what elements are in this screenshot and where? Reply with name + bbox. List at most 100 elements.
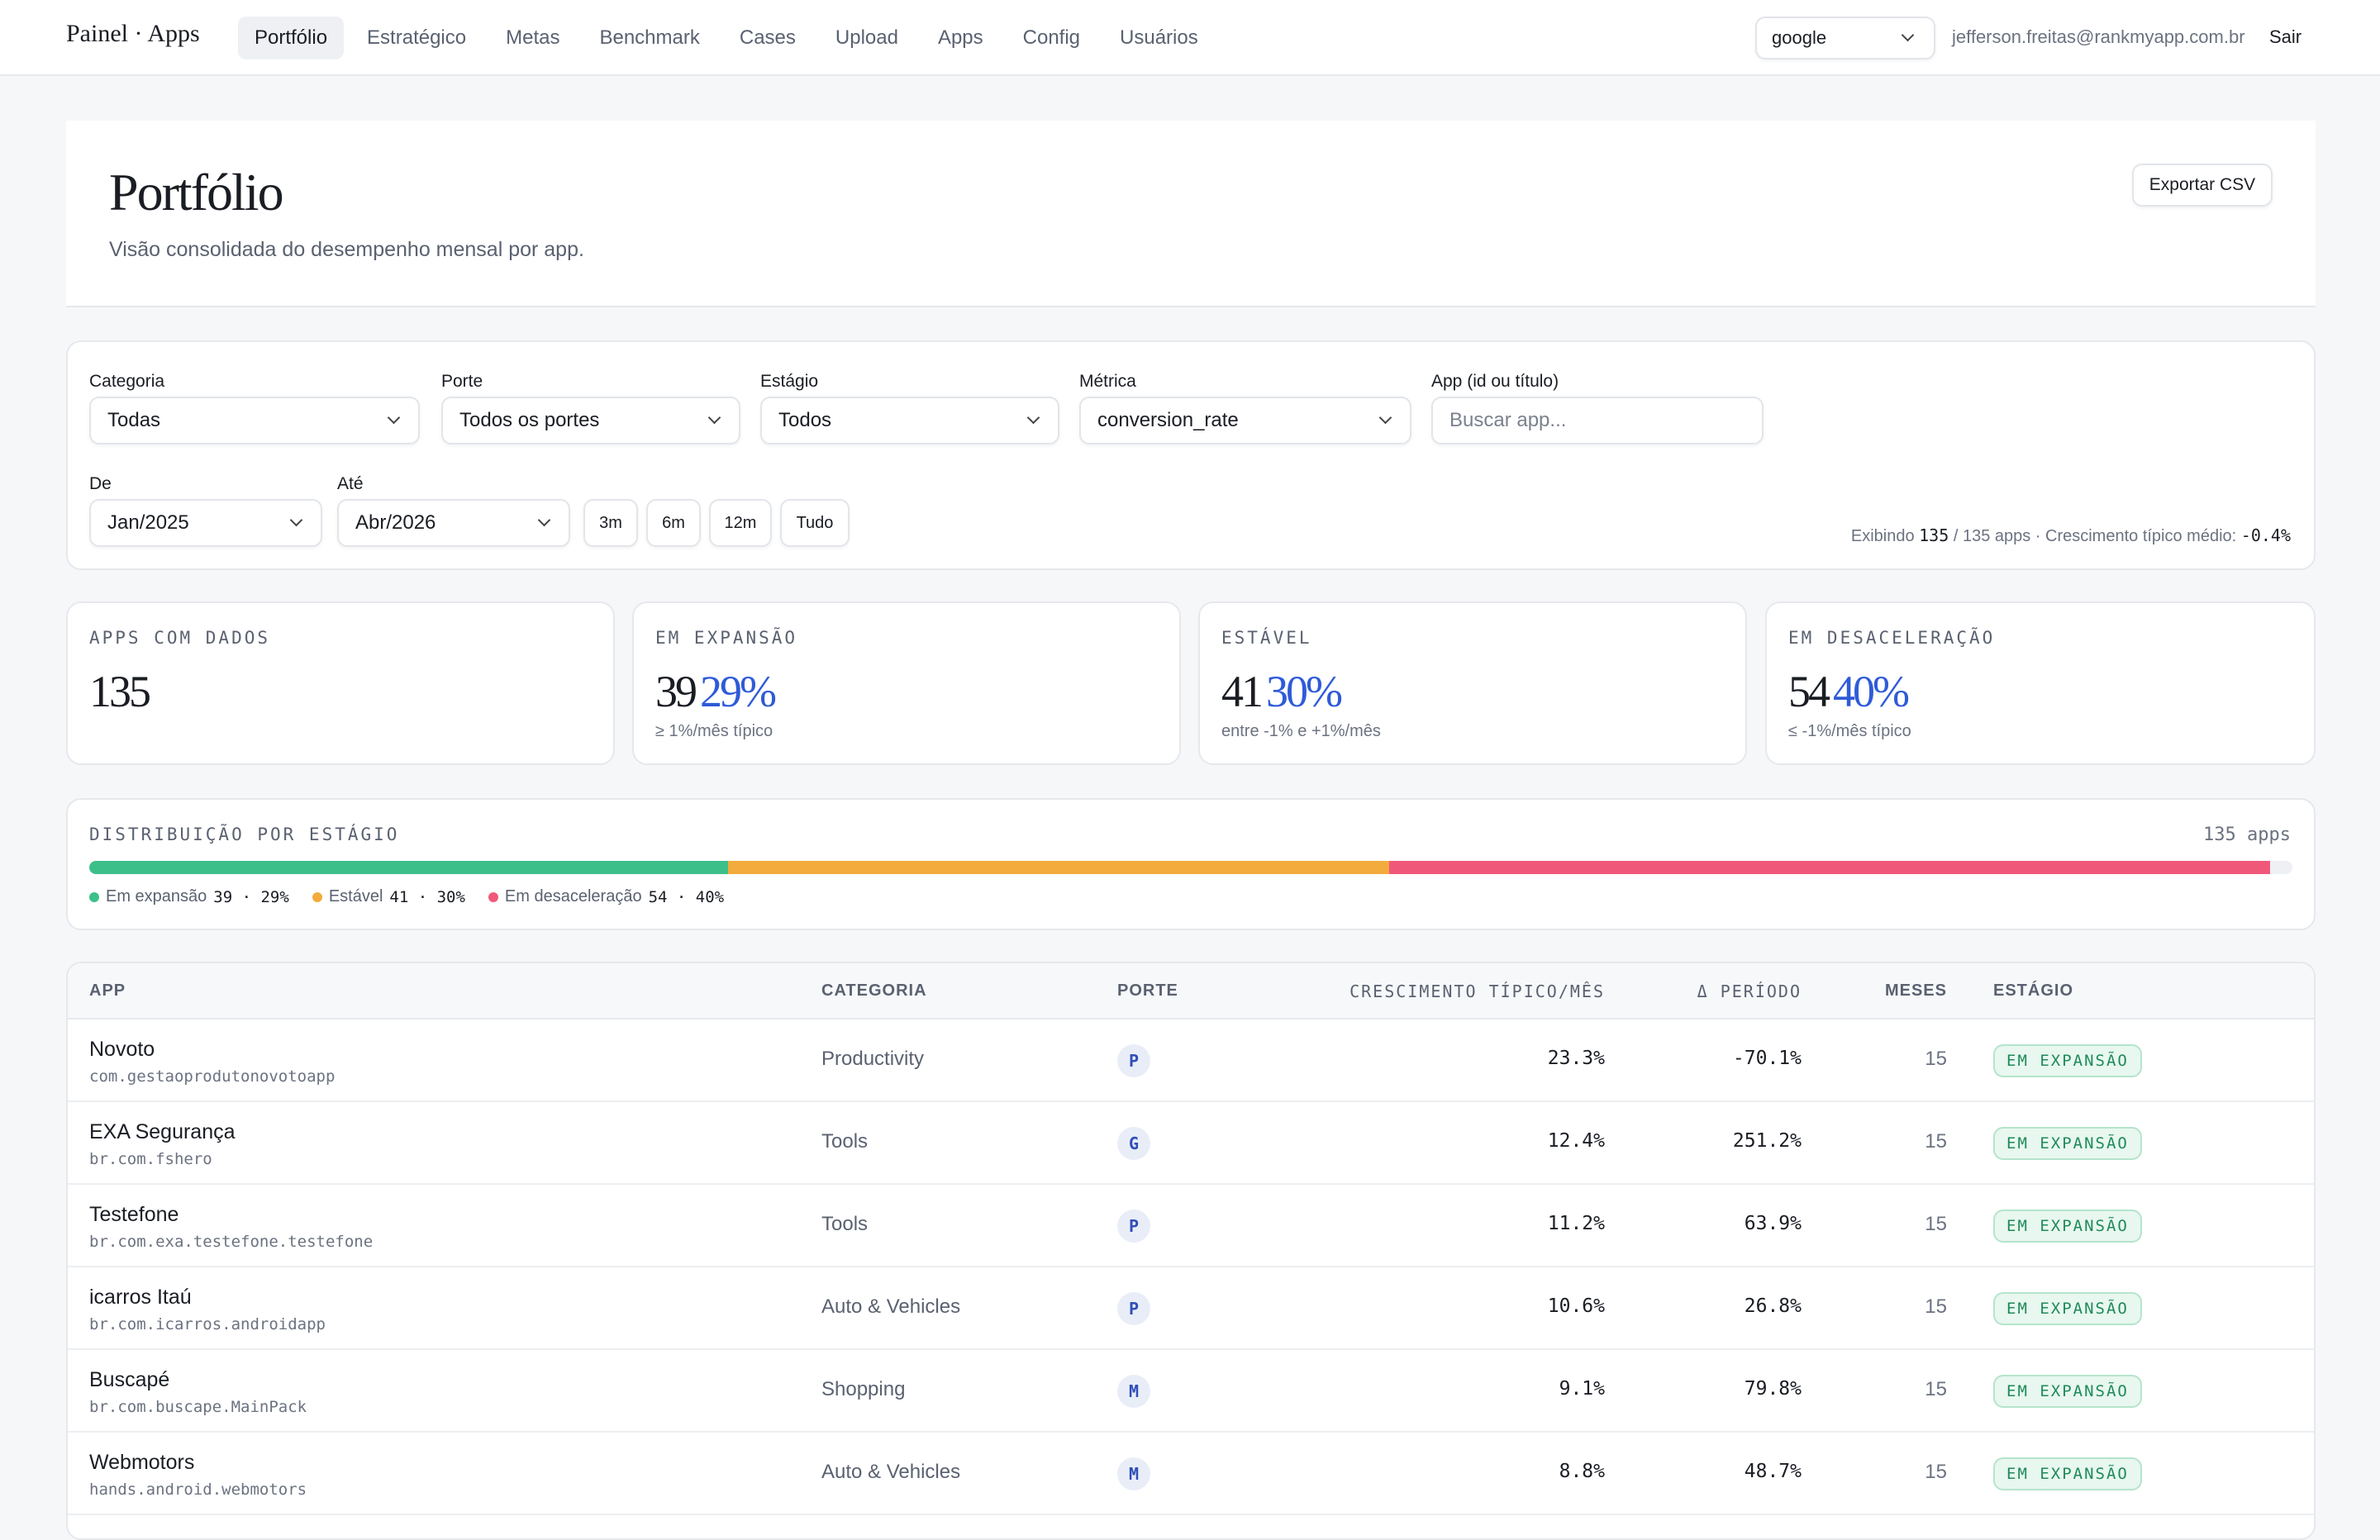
top-navigation-bar: Painel · Apps Portfólio Estratégico Meta…: [0, 0, 2380, 76]
table-row[interactable]: Testefone br.com.exa.testefone.testefone…: [68, 1185, 2314, 1267]
range-3m-button[interactable]: 3m: [583, 499, 638, 547]
months-count: 15: [1925, 1048, 1947, 1070]
store-select-value: google: [1772, 27, 1827, 48]
orange-dot-icon: [312, 891, 322, 902]
nav-link-cases[interactable]: Cases: [723, 17, 812, 59]
store-select[interactable]: google: [1755, 17, 1935, 59]
chevron-down-icon: [1026, 411, 1040, 425]
filters-panel: Categoria Todas Porte Todos os portes Es…: [66, 340, 2316, 570]
stage-badge: EM EXPANSÃO: [1993, 1457, 2142, 1490]
stage-badge: EM EXPANSÃO: [1993, 1044, 2142, 1077]
nav-link-metas[interactable]: Metas: [489, 17, 576, 59]
nav-link-estrategico[interactable]: Estratégico: [350, 17, 483, 59]
range-all-button[interactable]: Tudo: [780, 499, 850, 547]
red-dot-icon: [488, 891, 498, 902]
nav-link-usuarios[interactable]: Usuários: [1103, 17, 1215, 59]
porte-select[interactable]: Todos os portes: [441, 397, 740, 444]
months-count: 15: [1925, 1295, 1947, 1318]
period-delta: 63.9%: [1744, 1213, 1802, 1234]
period-delta: 251.2%: [1732, 1130, 1802, 1152]
stat-card-apps-com-dados: APPS COM DADOS 135: [66, 601, 615, 765]
typical-growth: 23.3%: [1547, 1048, 1605, 1069]
porte-badge: P: [1117, 1210, 1150, 1243]
nav-links: Portfólio Estratégico Metas Benchmark Ca…: [238, 17, 1215, 59]
distribution-segment-desaceleracao: [1388, 861, 2271, 874]
metrica-select[interactable]: conversion_rate: [1079, 397, 1411, 444]
months-count: 15: [1925, 1130, 1947, 1153]
nav-link-config[interactable]: Config: [1007, 17, 1097, 59]
stat-card-em-desaceleracao: EM DESACELERAÇÃO 54 40% ≤ -1%/mês típico: [1765, 601, 2316, 765]
porte-select-value: Todos os portes: [459, 409, 600, 431]
column-header-delta[interactable]: Δ PERÍODO: [1697, 982, 1802, 1001]
page-header: Portfólio Visão consolidada do desempenh…: [66, 121, 2316, 307]
stat-count: 41: [1221, 667, 1264, 716]
brand-logo[interactable]: Painel · Apps: [66, 20, 200, 48]
app-name: Buscapé: [89, 1368, 170, 1391]
de-select[interactable]: Jan/2025: [89, 499, 322, 547]
column-header-categoria[interactable]: CATEGORIA: [821, 982, 927, 1001]
table-row[interactable]: Novoto com.gestaoprodutonovotoapp Produc…: [68, 1020, 2314, 1102]
distribution-segment-expansao: [89, 861, 729, 874]
stat-label: ESTÁVEL: [1221, 628, 1312, 648]
ate-label: Até: [337, 474, 364, 493]
stat-label: APPS COM DADOS: [89, 628, 271, 648]
distribution-legend: Em expansão 39 · 29% Estável 41 · 30% Em…: [89, 887, 724, 906]
nav-link-upload[interactable]: Upload: [819, 17, 915, 59]
distribution-total: 135 apps: [2203, 825, 2291, 845]
stat-percent: 30%: [1266, 667, 1343, 716]
table-row[interactable]: Webmotors hands.android.webmotors Auto &…: [68, 1433, 2314, 1515]
porte-badge: G: [1117, 1127, 1150, 1160]
export-csv-button[interactable]: Exportar CSV: [2132, 164, 2273, 207]
table-row[interactable]: icarros Itaú br.com.icarros.androidapp A…: [68, 1267, 2314, 1350]
column-header-estagio[interactable]: ESTÁGIO: [1993, 982, 2073, 1001]
page-title: Portfólio: [109, 163, 284, 221]
ate-select-value: Abr/2026: [355, 511, 436, 534]
app-name: Webmotors: [89, 1451, 195, 1474]
chevron-down-icon: [1378, 411, 1392, 425]
legend-item-expansao: Em expansão 39 · 29%: [89, 887, 289, 906]
categoria-select-value: Todas: [107, 409, 161, 431]
range-6m-button[interactable]: 6m: [646, 499, 701, 547]
stage-badge: EM EXPANSÃO: [1993, 1210, 2142, 1243]
app-category: Shopping: [821, 1378, 906, 1400]
estagio-select[interactable]: Todos: [760, 397, 1059, 444]
summary-shown-count: 135: [1919, 525, 1949, 545]
stage-badge: EM EXPANSÃO: [1993, 1375, 2142, 1408]
stat-percent: 29%: [700, 667, 777, 716]
app-search-input[interactable]: [1431, 397, 1764, 444]
apps-table: APP CATEGORIA PORTE CRESCIMENTO TÍPICO/M…: [66, 962, 2316, 1540]
table-row[interactable]: EXA Segurança br.com.fshero Tools G 12.4…: [68, 1102, 2314, 1185]
column-header-porte[interactable]: PORTE: [1117, 982, 1178, 1001]
column-header-app[interactable]: APP: [89, 982, 126, 1001]
stat-card-estavel: ESTÁVEL 41 30% entre -1% e +1%/mês: [1198, 601, 1747, 765]
chevron-down-icon: [537, 513, 551, 527]
range-12m-button[interactable]: 12m: [709, 499, 772, 547]
logout-button[interactable]: Sair: [2269, 26, 2301, 48]
porte-badge: M: [1117, 1375, 1150, 1408]
chevron-down-icon: [387, 411, 401, 425]
nav-link-apps[interactable]: Apps: [921, 17, 1000, 59]
app-name: EXA Segurança: [89, 1120, 236, 1143]
stat-value: 41 30%: [1221, 666, 1343, 717]
table-row[interactable]: Buscapé br.com.buscape.MainPack Shopping…: [68, 1350, 2314, 1433]
app-id: hands.android.webmotors: [89, 1481, 307, 1499]
nav-link-benchmark[interactable]: Benchmark: [583, 17, 716, 59]
nav-link-portfolio[interactable]: Portfólio: [238, 17, 345, 59]
months-count: 15: [1925, 1213, 1947, 1235]
metrica-label: Métrica: [1079, 372, 1136, 391]
typical-growth: 8.8%: [1559, 1461, 1605, 1482]
porte-badge: P: [1117, 1292, 1150, 1325]
months-count: 15: [1925, 1461, 1947, 1483]
summary-prefix: Exibindo: [1850, 527, 1915, 545]
app-id: br.com.buscape.MainPack: [89, 1398, 307, 1416]
stat-note: entre -1% e +1%/mês: [1221, 722, 1381, 740]
ate-select[interactable]: Abr/2026: [337, 499, 570, 547]
column-header-meses[interactable]: MESES: [1885, 982, 1947, 1001]
column-header-crescimento[interactable]: CRESCIMENTO TÍPICO/MÊS: [1349, 982, 1605, 1001]
app-category: Auto & Vehicles: [821, 1461, 961, 1483]
categoria-select[interactable]: Todas: [89, 397, 420, 444]
legend-value: 39 · 29%: [213, 887, 289, 906]
stat-count: 39: [655, 667, 697, 716]
app-name: Novoto: [89, 1038, 155, 1061]
stat-value: 135: [89, 666, 151, 717]
